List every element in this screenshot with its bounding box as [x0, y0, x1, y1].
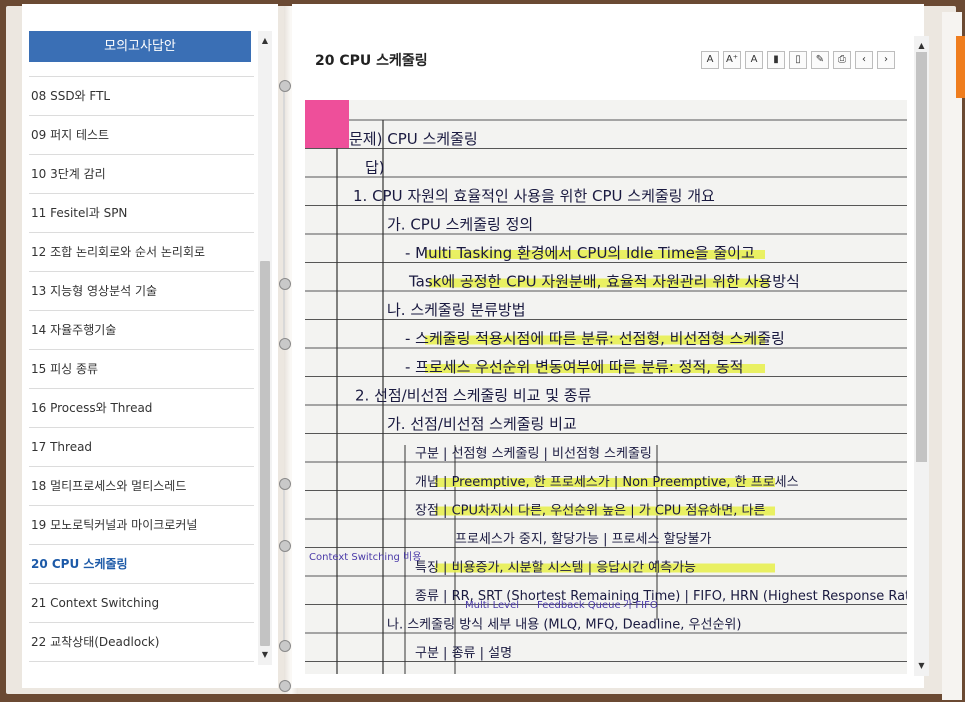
scroll-up-icon[interactable]: ▲	[914, 40, 929, 52]
binder-ring	[279, 478, 291, 490]
note-line: 나. 스케줄링 분류방법	[387, 301, 526, 319]
toc-item[interactable]: 16 Process와 Thread	[29, 388, 254, 427]
bookmark-remove-icon[interactable]: ▯	[789, 51, 807, 69]
scroll-up-icon[interactable]: ▲	[258, 35, 272, 47]
note-line: 문제) CPU 스케줄링	[349, 130, 478, 148]
side-tab[interactable]	[956, 36, 965, 98]
note-line: 나. 스케줄링 방식 세부 내용 (MLQ, MFQ, Deadline, 우선…	[387, 618, 741, 633]
note-line: - 스케줄링 적용시점에 따른 분류: 선점형, 비선점형 스케줄링	[405, 330, 785, 348]
toc-item[interactable]: 18 멀티프로세스와 멀티스레드	[29, 466, 254, 505]
scroll-thumb[interactable]	[260, 261, 270, 646]
note-line: 장점 | CPU차지시 다른, 우선순위 높은 | 가 CPU 점유하면, 다른	[415, 504, 765, 519]
note-line: 특징 | 비용증가, 시분할 시스템 | 응답시간 예측가능	[415, 561, 696, 576]
toc-list: 08 SSD와 FTL 09 퍼지 테스트 10 3단계 감리 11 Fesitel과…	[29, 76, 254, 662]
margin-annotation: Context Switching 비용	[309, 551, 421, 563]
note-line: 1. CPU 자원의 효율적인 사용을 위한 CPU 스케줄링 개요	[353, 187, 715, 205]
binder-ring-bar	[283, 86, 285, 282]
note-line: 답)	[365, 159, 385, 177]
toc-item[interactable]: 21 Context Switching	[29, 583, 254, 622]
prev-page-icon[interactable]: ‹	[855, 51, 873, 69]
note-line: 프로세스가 중지, 할당가능 | 프로세스 할당불가	[455, 532, 711, 547]
margin-annotation: Feedback Queue	[537, 600, 621, 611]
toc-item[interactable]: 14 자율주행기술	[29, 310, 254, 349]
sticky-note	[305, 100, 349, 148]
toc-item[interactable]: 08 SSD와 FTL	[29, 76, 254, 115]
note-line: 개념 | Preemptive, 한 프로세스가 | Non Preemptiv…	[415, 475, 799, 490]
toc-item[interactable]: 12 조합 논리회로와 순서 논리회로	[29, 232, 254, 271]
binder-ring	[279, 80, 291, 92]
note-line: 구분 | 선점형 스케줄링 | 비선점형 스케줄링	[415, 447, 652, 462]
toc-item[interactable]: 10 3단계 감리	[29, 154, 254, 193]
font-increase-icon[interactable]: A⁺	[723, 51, 741, 69]
toc-item[interactable]: 11 Fesitel과 SPN	[29, 193, 254, 232]
toc-item[interactable]: 19 모노로틱커널과 마이크로커널	[29, 505, 254, 544]
binder-ring	[279, 278, 291, 290]
binder-ring-bar	[283, 290, 285, 342]
edit-note-icon[interactable]: ✎	[811, 51, 829, 69]
toc-header[interactable]: 모의고사답안	[29, 31, 251, 62]
binder-ring	[279, 640, 291, 652]
note-line: 가. CPU 스케줄링 정의	[387, 216, 533, 234]
scroll-thumb[interactable]	[916, 52, 927, 462]
bookmark-icon[interactable]: ▮	[767, 51, 785, 69]
document-toolbar: A A⁺ A ▮ ▯ ✎ ⎙ ‹ ›	[701, 51, 895, 69]
font-decrease-icon[interactable]: A	[745, 51, 763, 69]
scroll-down-icon[interactable]: ▼	[258, 649, 272, 661]
toc-item[interactable]: 22 교착상태(Deadlock)	[29, 622, 254, 661]
handwritten-note-image: 문제) CPU 스케줄링답) 1. CPU 자원의 효율적인 사용을 위한 CPU…	[305, 100, 907, 674]
toc-item[interactable]: 13 지능형 영상분석 기술	[29, 271, 254, 310]
note-line: 가. 선점/비선점 스케줄링 비교	[387, 415, 577, 433]
note-line: - 프로세스 우선순위 변동여부에 따른 분류: 정적, 동적	[405, 358, 743, 376]
toc-divider	[29, 661, 254, 662]
note-line: 2. 선점/비선점 스케줄링 비교 및 종류	[355, 387, 592, 405]
document-title: 20 CPU 스케줄링	[315, 53, 428, 69]
scroll-down-icon[interactable]: ▼	[914, 660, 929, 672]
toc-item[interactable]: 09 퍼지 테스트	[29, 115, 254, 154]
note-line: - Multi Tasking 환경에서 CPU의 Idle Time을 줄이고	[405, 244, 755, 262]
document-scrollbar[interactable]: ▲ ▼	[914, 36, 929, 676]
print-icon[interactable]: ⎙	[833, 51, 851, 69]
toc-item[interactable]: 17 Thread	[29, 427, 254, 466]
note-paper: 문제) CPU 스케줄링답) 1. CPU 자원의 효율적인 사용을 위한 CPU…	[305, 100, 907, 674]
margin-annotation: Multi Level	[465, 600, 519, 611]
page-edge	[942, 12, 962, 700]
note-line: 구분 | 종류 | 설명	[415, 646, 512, 661]
toc-scrollbar[interactable]: ▲ ▼	[258, 31, 272, 665]
toc-item[interactable]: 20 CPU 스케줄링	[29, 544, 254, 583]
note-line: Task에 공정한 CPU 자원분배, 효율적 자원관리 위한 사용방식	[408, 273, 800, 291]
toc-page: 모의고사답안 08 SSD와 FTL 09 퍼지 테스트 10 3단계 감리 11 F…	[22, 4, 278, 688]
font-size-icon[interactable]: A	[701, 51, 719, 69]
binder-ring	[279, 338, 291, 350]
margin-annotation: 가 FIFO	[623, 599, 658, 611]
binder-ring	[279, 540, 291, 552]
binder-ring	[279, 680, 291, 692]
document-page: 20 CPU 스케줄링 A A⁺ A ▮ ▯ ✎ ⎙ ‹ › 문제) CPU 스케줄링 답) 1. …	[292, 4, 924, 688]
toc-item[interactable]: 15 피싱 종류	[29, 349, 254, 388]
next-page-icon[interactable]: ›	[877, 51, 895, 69]
binder-ring-bar	[283, 486, 285, 646]
